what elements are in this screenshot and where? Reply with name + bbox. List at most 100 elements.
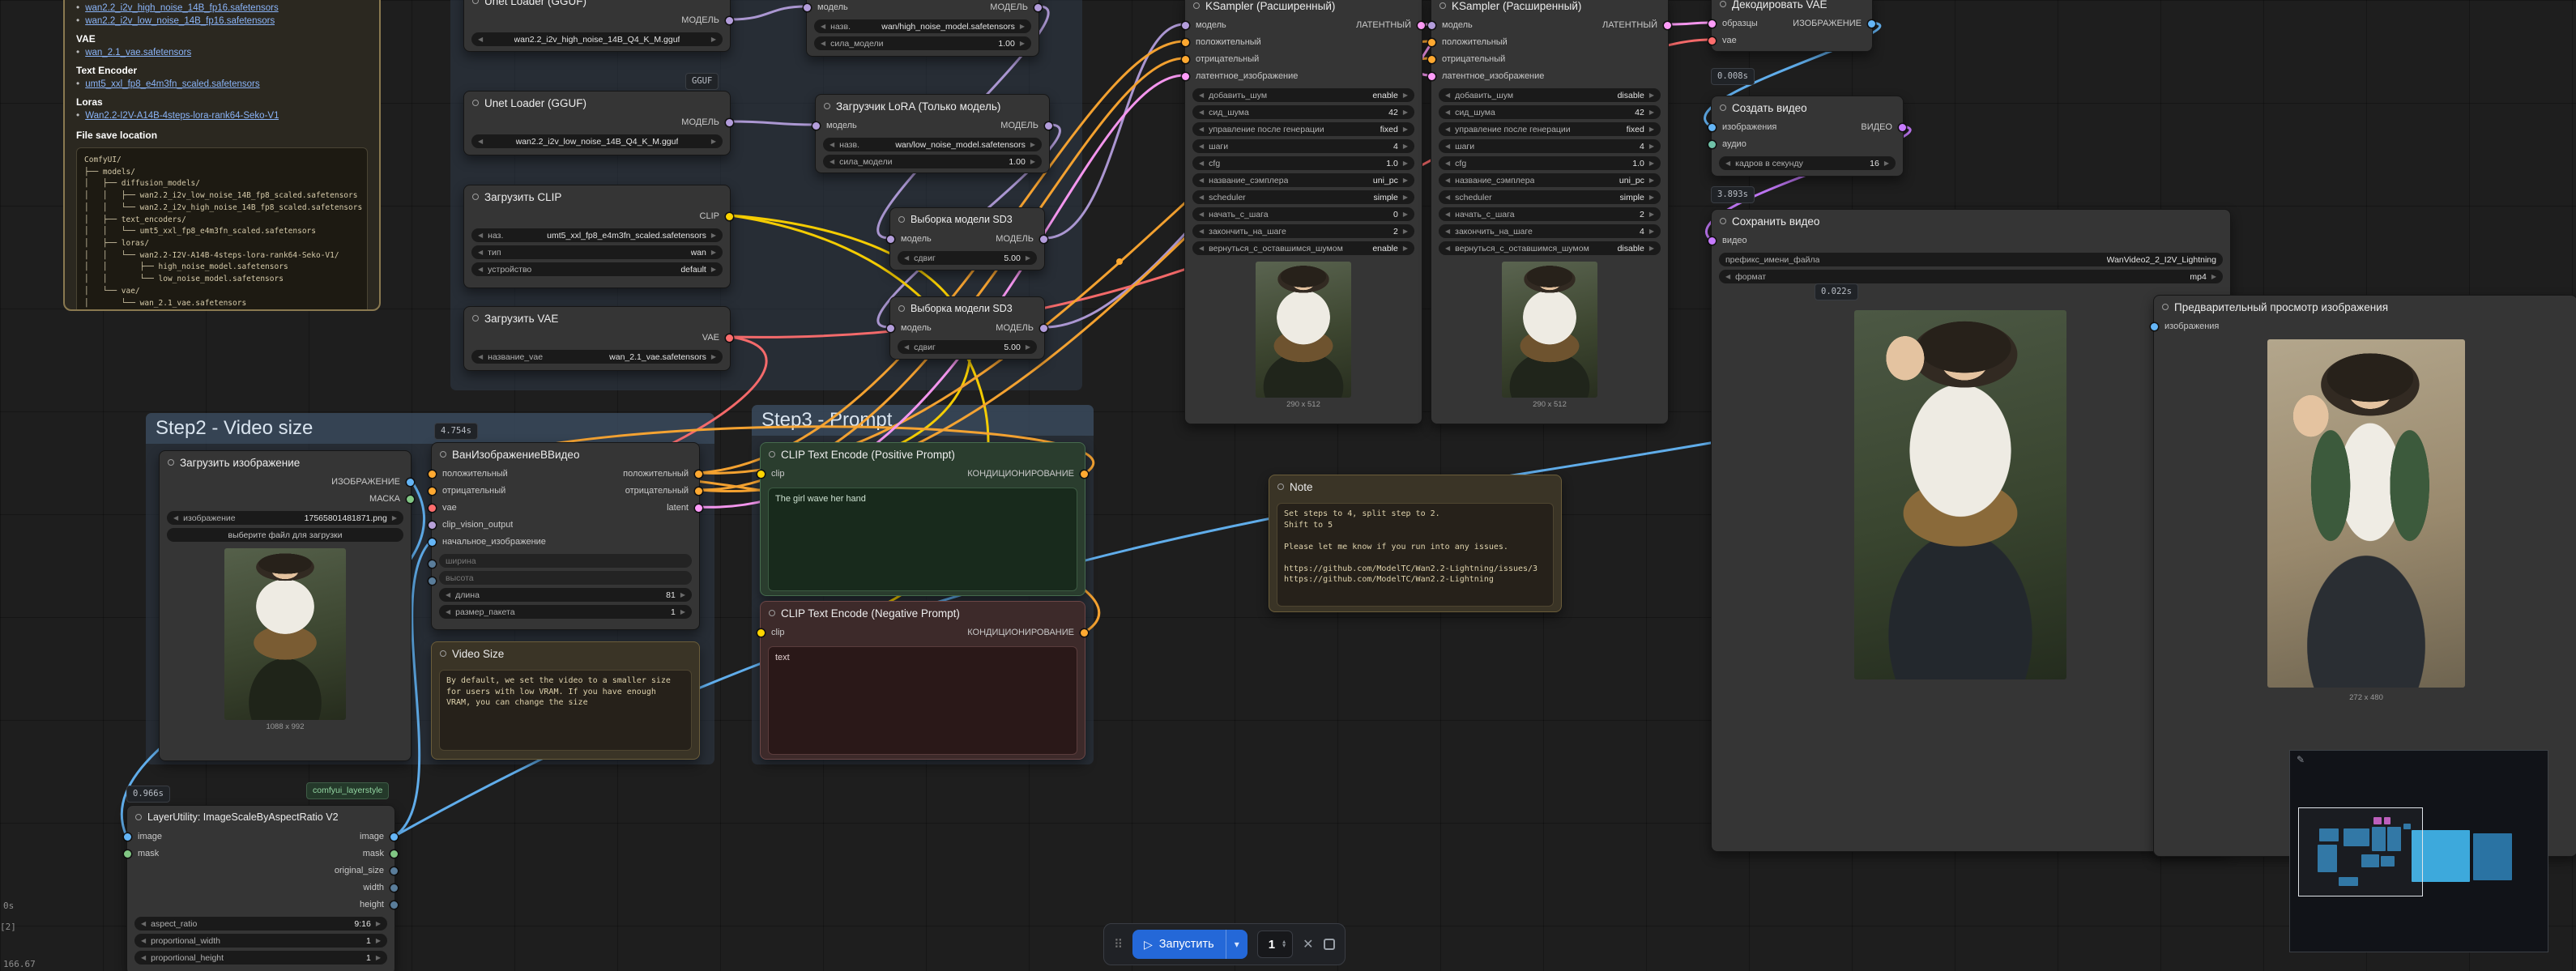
- port-clip-in[interactable]: [757, 629, 765, 637]
- widget-strength-model[interactable]: сила_модели1.00: [814, 36, 1031, 50]
- node-model-sampling-sd3-a[interactable]: Выборка модели SD3 модельМОДЕЛЬ сдвиг5.0…: [889, 207, 1045, 270]
- collapse-toggle[interactable]: [769, 451, 775, 458]
- widget-shift[interactable]: сдвиг5.00: [898, 251, 1037, 265]
- node-create-video[interactable]: Создать видео изображенияВИДЕО аудио кад…: [1711, 96, 1904, 177]
- port-negative-in[interactable]: [1182, 56, 1189, 63]
- link-vae[interactable]: wan_2.1_vae.safetensors: [85, 48, 191, 57]
- collapse-toggle[interactable]: [1193, 2, 1200, 9]
- node-title[interactable]: Note: [1269, 475, 1561, 498]
- port-latent-out[interactable]: [1664, 22, 1671, 29]
- widget-shift[interactable]: сдвиг5.00: [898, 340, 1037, 354]
- collapse-toggle[interactable]: [2162, 304, 2169, 310]
- port-width-out[interactable]: [390, 884, 398, 892]
- port-samples-in[interactable]: [1708, 20, 1716, 28]
- widget-vae-name[interactable]: название_vaewan_2.1_vae.safetensors: [471, 350, 723, 364]
- port-positive-in[interactable]: [1182, 39, 1189, 46]
- link-text-encoder[interactable]: umt5_xxl_fp8_e4m3fn_scaled.safetensors: [85, 79, 259, 89]
- node-title[interactable]: Выборка модели SD3: [890, 297, 1044, 320]
- port-model-out[interactable]: [1045, 122, 1052, 130]
- port-height-out[interactable]: [390, 901, 398, 909]
- node-lora-loader-low[interactable]: Загрузчик LoRA (Только модель) модельМОД…: [815, 94, 1050, 173]
- widget-sampler-name[interactable]: название_сэмплераuni_pc: [1192, 173, 1414, 187]
- widget-aspect-ratio[interactable]: aspect_ratio9:16: [134, 917, 387, 931]
- widget-return-leftover-noise[interactable]: вернуться_с_оставшимся_шумомenable: [1192, 241, 1414, 255]
- node-video-size-note[interactable]: Video Size By default, we set the video …: [431, 641, 700, 760]
- run-button[interactable]: Запустить: [1132, 930, 1247, 959]
- collapse-toggle[interactable]: [1720, 104, 1726, 111]
- widget-proportional-width[interactable]: proportional_width1: [134, 934, 387, 948]
- node-title[interactable]: Загрузить VAE: [464, 307, 730, 330]
- port-vae-out[interactable]: [726, 334, 733, 342]
- port-latent-out[interactable]: [695, 505, 702, 512]
- collapse-toggle[interactable]: [472, 100, 479, 106]
- widget-add-noise[interactable]: добавить_шумenable: [1192, 88, 1414, 102]
- widget-sampler-name[interactable]: название_сэмплераuni_pc: [1439, 173, 1661, 187]
- node-layer-utility-scale[interactable]: LayerUtility: ImageScaleByAspectRatio V2…: [126, 805, 395, 971]
- port-model-out[interactable]: [726, 17, 733, 24]
- port-original-size-out[interactable]: [390, 867, 398, 875]
- node-note-tips[interactable]: Note Set steps to 4, split step to 2. Sh…: [1269, 475, 1562, 612]
- node-title[interactable]: Декодировать VAE: [1712, 0, 1872, 15]
- node-title[interactable]: Загрузчик LoRA (Только модель): [816, 95, 1049, 117]
- node-title[interactable]: LayerUtility: ImageScaleByAspectRatio V2: [127, 806, 395, 828]
- prompt-textarea[interactable]: text: [768, 646, 1077, 755]
- port-start-image-in[interactable]: [429, 539, 436, 546]
- port-audio-in[interactable]: [1708, 141, 1716, 148]
- port-width-in[interactable]: [429, 560, 436, 568]
- widget-device[interactable]: устройствоdefault: [471, 262, 723, 276]
- node-title[interactable]: Создать видео: [1712, 96, 1903, 119]
- port-height-in[interactable]: [429, 577, 436, 585]
- port-latent-out[interactable]: [1418, 22, 1425, 29]
- widget-clip-type[interactable]: типwan: [471, 245, 723, 259]
- node-ksampler-advanced-2[interactable]: KSampler (Расширенный) модельЛАТЕНТНЫЙ п…: [1431, 0, 1669, 424]
- port-model-out[interactable]: [1040, 325, 1047, 332]
- clear-queue-icon[interactable]: [1303, 936, 1313, 952]
- node-clip-text-encode-positive[interactable]: CLIP Text Encode (Positive Prompt) clipК…: [760, 442, 1085, 596]
- collapse-toggle[interactable]: [1439, 2, 1446, 9]
- pencil-icon[interactable]: [2297, 754, 2305, 765]
- port-model-out[interactable]: [1034, 4, 1042, 11]
- node-load-clip[interactable]: Загрузить CLIP CLIP наз.umt5_xxl_fp8_e4m…: [463, 185, 731, 288]
- minimap-viewport[interactable]: [2298, 807, 2423, 896]
- port-image-out[interactable]: [1868, 20, 1875, 28]
- node-unet-loader-low[interactable]: Unet Loader (GGUF) МОДЕЛЬ wan2.2_i2v_low…: [463, 91, 731, 155]
- node-title[interactable]: ВанИзображениеВВидео: [432, 443, 699, 466]
- collapse-toggle[interactable]: [898, 305, 905, 312]
- node-title[interactable]: CLIP Text Encode (Positive Prompt): [761, 443, 1085, 466]
- port-mask-out[interactable]: [390, 850, 398, 858]
- widget-add-noise[interactable]: добавить_шумdisable: [1439, 88, 1661, 102]
- widget-lora-name[interactable]: назв.wan/high_noise_model.safetensors: [814, 19, 1031, 33]
- port-negative-out[interactable]: [695, 488, 702, 495]
- node-title[interactable]: KSampler (Расширенный): [1431, 0, 1668, 17]
- collapse-toggle[interactable]: [472, 194, 479, 200]
- collapse-toggle[interactable]: [472, 315, 479, 322]
- port-conditioning-out[interactable]: [1081, 471, 1088, 478]
- note-model-links[interactable]: wan2.2_i2v_high_noise_14B_fp16.safetenso…: [63, 0, 381, 311]
- node-unet-loader-high[interactable]: Unet Loader (GGUF) МОДЕЛЬ wan2.2_i2v_hig…: [463, 0, 731, 52]
- drag-handle-icon[interactable]: ⠿: [1114, 937, 1123, 952]
- node-title[interactable]: Загрузить изображение: [160, 451, 411, 474]
- port-images-in[interactable]: [1708, 124, 1716, 131]
- widget-start-at-step[interactable]: начать_с_шага0: [1192, 207, 1414, 221]
- widget-clip-name[interactable]: наз.umt5_xxl_fp8_e4m3fn_scaled.safetenso…: [471, 228, 723, 242]
- node-title[interactable]: Unet Loader (GGUF): [464, 0, 730, 12]
- port-model-out[interactable]: [726, 119, 733, 126]
- widget-unet-name[interactable]: wan2.2_i2v_high_noise_14B_Q4_K_M.gguf: [471, 32, 723, 46]
- collapse-toggle[interactable]: [440, 650, 446, 657]
- node-ksampler-advanced-1[interactable]: KSampler (Расширенный) модельЛАТЕНТНЫЙ п…: [1184, 0, 1422, 424]
- comfyui-canvas[interactable]: { "colors": { "model": "#B39DDB", "clip"…: [0, 0, 2576, 971]
- widget-strength-model[interactable]: сила_модели1.00: [823, 155, 1042, 168]
- widget-fps[interactable]: кадров в секунду16: [1719, 156, 1896, 170]
- preview-image[interactable]: [2267, 339, 2465, 688]
- collapse-toggle[interactable]: [1720, 1, 1726, 7]
- widget-format[interactable]: форматmp4: [1719, 270, 2223, 283]
- widget-control-after-generate[interactable]: управление после генерацииfixed: [1439, 122, 1661, 136]
- collapse-toggle[interactable]: [898, 216, 905, 223]
- widget-start-at-step[interactable]: начать_с_шага2: [1439, 207, 1661, 221]
- port-video-out[interactable]: [1899, 124, 1906, 131]
- run-options-chevron-icon[interactable]: [1226, 930, 1247, 959]
- widget-height-converted[interactable]: высота: [432, 571, 699, 585]
- choose-file-button[interactable]: выберите файл для загрузки: [167, 528, 403, 542]
- port-clip-vision-in[interactable]: [429, 522, 436, 529]
- node-vae-decode[interactable]: Декодировать VAE образцыИЗОБРАЖЕНИЕ vae: [1711, 0, 1873, 52]
